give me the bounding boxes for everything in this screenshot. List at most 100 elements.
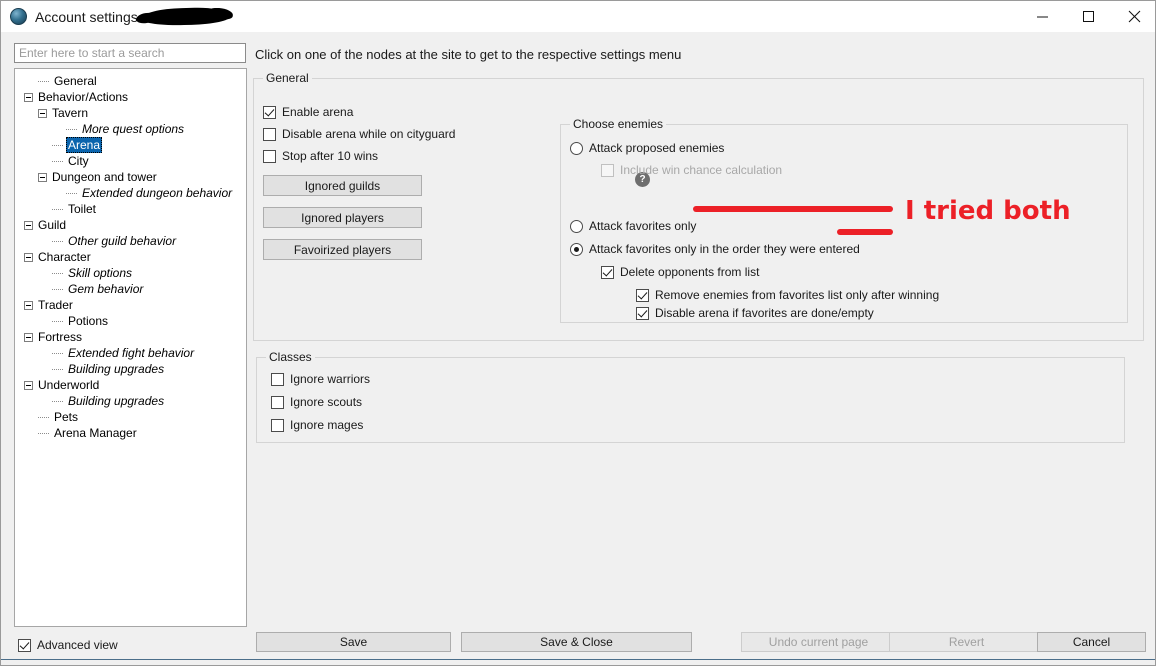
tree-item[interactable]: General: [15, 73, 246, 89]
tree-connector-icon: [52, 208, 64, 210]
tree-item[interactable]: Pets: [15, 409, 246, 425]
tree-collapse-icon[interactable]: [38, 108, 47, 118]
account-settings-window: Account settings Click on one of the nod…: [0, 0, 1156, 666]
tree-item-label: Skill options: [68, 266, 133, 280]
tree-item[interactable]: Extended dungeon behavior: [15, 185, 246, 201]
annotation-underline-favorites-only: [693, 206, 893, 212]
tree-collapse-icon[interactable]: [24, 220, 33, 230]
search-input[interactable]: [14, 43, 246, 63]
tree-item[interactable]: Arena Manager: [15, 425, 246, 441]
tree-connector-icon: [66, 128, 78, 130]
tree-collapse-icon[interactable]: [38, 172, 47, 182]
radio-circle-icon: [570, 141, 583, 155]
redacted-account-name: [141, 6, 230, 27]
tree-collapse-icon[interactable]: [24, 332, 33, 342]
checkbox-stop-after-wins[interactable]: Stop after 10 wins: [263, 149, 378, 163]
tree-item[interactable]: Skill options: [15, 265, 246, 281]
classes-groupbox: Classes Ignore warriors Ignore scouts Ig…: [256, 350, 1125, 443]
checkbox-delete-opponents-from-list[interactable]: Delete opponents from list: [601, 265, 759, 279]
tree-item[interactable]: Behavior/Actions: [15, 89, 246, 105]
checkbox-box-icon: [601, 163, 614, 177]
radio-label: Attack favorites only: [589, 219, 697, 233]
tree-item[interactable]: Guild: [15, 217, 246, 233]
annotation-underline-favorites-in-order: [837, 229, 893, 235]
checkbox-label: Remove enemies from favorites list only …: [655, 288, 940, 302]
undo-current-page-button: Undo current page: [741, 632, 896, 652]
checkbox-box-icon: [271, 395, 284, 409]
tree-item-label: Underworld: [38, 378, 100, 392]
checkbox-box-icon: [263, 105, 276, 119]
checkbox-ignore-scouts[interactable]: Ignore scouts: [271, 395, 362, 409]
checkbox-label: Include win chance calculation: [620, 163, 783, 177]
tree-connector-icon: [52, 352, 64, 354]
tree-item-label: Pets: [54, 410, 79, 424]
tree-item[interactable]: City: [15, 153, 246, 169]
tree-item[interactable]: Gem behavior: [15, 281, 246, 297]
checkbox-ignore-warriors[interactable]: Ignore warriors: [271, 372, 370, 386]
checkbox-label: Ignore warriors: [290, 372, 371, 386]
close-icon[interactable]: [1111, 1, 1155, 32]
checkbox-ignore-mages[interactable]: Ignore mages: [271, 418, 363, 432]
cancel-button[interactable]: Cancel: [1037, 632, 1146, 652]
checkbox-include-win-chance: Include win chance calculation: [601, 163, 782, 177]
tree-item[interactable]: Building upgrades: [15, 361, 246, 377]
tree-collapse-icon[interactable]: [24, 252, 33, 262]
checkbox-box-icon: [18, 638, 31, 652]
tree-item[interactable]: Tavern: [15, 105, 246, 121]
tree-collapse-icon[interactable]: [24, 300, 33, 310]
tree-item[interactable]: More quest options: [15, 121, 246, 137]
tree-item[interactable]: Potions: [15, 313, 246, 329]
tree-item[interactable]: Trader: [15, 297, 246, 313]
maximize-icon[interactable]: [1065, 1, 1111, 32]
checkbox-label: Disable arena if favorites are done/empt…: [655, 306, 874, 320]
tree-item-label: Character: [38, 250, 91, 264]
revert-button: Revert: [889, 632, 1044, 652]
tree-item-label: General: [54, 74, 97, 88]
tree-item[interactable]: Character: [15, 249, 246, 265]
tree-items-container: General Behavior/Actions Tavern More quest …: [15, 69, 246, 441]
tree-item[interactable]: Other guild behavior: [15, 233, 246, 249]
tree-item-label: Extended dungeon behavior: [82, 186, 233, 200]
tree-item-label: Other guild behavior: [68, 234, 177, 248]
radio-label: Attack proposed enemies: [589, 141, 725, 155]
radio-attack-proposed-enemies[interactable]: Attack proposed enemies: [570, 141, 724, 155]
tree-item-label: Tavern: [52, 106, 89, 120]
tree-item[interactable]: Fortress: [15, 329, 246, 345]
ignored-guilds-button[interactable]: Ignored guilds: [263, 175, 422, 196]
tree-item[interactable]: Underworld: [15, 377, 246, 393]
tree-connector-icon: [52, 368, 64, 370]
checkbox-label: Delete opponents from list: [620, 265, 760, 279]
tree-item[interactable]: Arena: [15, 137, 246, 153]
checkbox-box-icon: [263, 127, 276, 141]
tree-item[interactable]: Dungeon and tower: [15, 169, 246, 185]
tree-collapse-icon[interactable]: [24, 92, 33, 102]
checkbox-disable-if-favorites-done[interactable]: Disable arena if favorites are done/empt…: [636, 306, 874, 320]
checkbox-enable-arena[interactable]: Enable arena: [263, 105, 353, 119]
tree-connector-icon: [52, 320, 64, 322]
tree-item-label: Dungeon and tower: [52, 170, 157, 184]
radio-attack-favorites-in-order[interactable]: Attack favorites only in the order they …: [570, 242, 860, 256]
title-bar: Account settings: [1, 1, 1155, 32]
tree-item[interactable]: Building upgrades: [15, 393, 246, 409]
tree-item-label: Building upgrades: [68, 362, 165, 376]
tree-item[interactable]: Toilet: [15, 201, 246, 217]
bottom-separator: [1, 659, 1155, 660]
checkbox-disable-arena-cityguard[interactable]: Disable arena while on cityguard: [263, 127, 455, 141]
radio-attack-favorites-only[interactable]: Attack favorites only: [570, 219, 696, 233]
radio-label: Attack favorites only in the order they …: [589, 242, 860, 256]
save-button[interactable]: Save: [256, 632, 451, 652]
checkbox-label: Enable arena: [282, 105, 354, 119]
tree-item[interactable]: Extended fight behavior: [15, 345, 246, 361]
tree-connector-icon: [38, 432, 50, 434]
tree-collapse-icon[interactable]: [24, 380, 33, 390]
save-close-button[interactable]: Save & Close: [461, 632, 692, 652]
checkbox-box-icon: [263, 149, 276, 163]
minimize-icon[interactable]: [1019, 1, 1065, 32]
favorized-players-button[interactable]: Favoirized players: [263, 239, 422, 260]
settings-tree[interactable]: General Behavior/Actions Tavern More quest …: [14, 68, 247, 627]
checkbox-label: Stop after 10 wins: [282, 149, 379, 163]
general-groupbox-title: General: [263, 71, 312, 85]
ignored-players-button[interactable]: Ignored players: [263, 207, 422, 228]
checkbox-remove-after-winning[interactable]: Remove enemies from favorites list only …: [636, 288, 939, 302]
checkbox-advanced-view[interactable]: Advanced view: [18, 638, 118, 652]
